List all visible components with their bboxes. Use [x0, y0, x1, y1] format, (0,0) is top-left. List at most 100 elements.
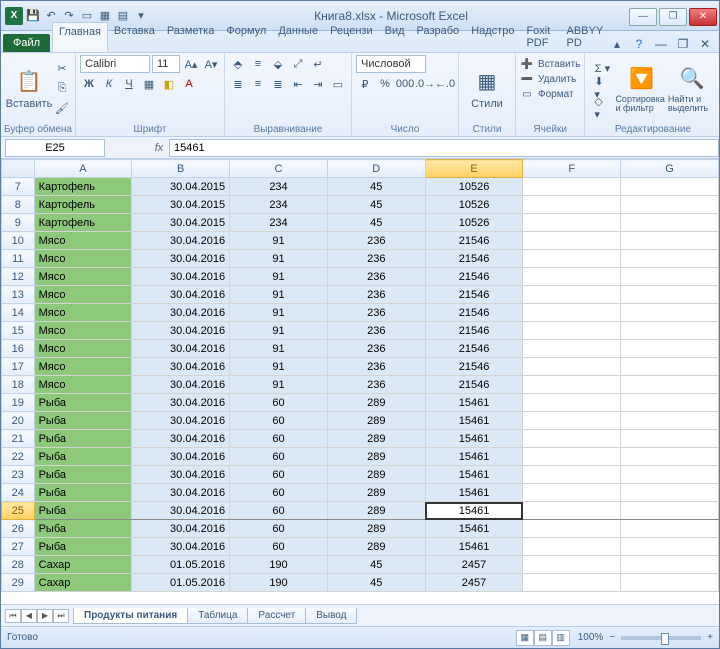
cell[interactable]: 234	[230, 178, 328, 196]
percent-icon[interactable]: %	[376, 75, 394, 93]
column-header[interactable]: F	[523, 160, 621, 178]
cell[interactable]	[621, 196, 719, 214]
cell[interactable]: 15461	[425, 484, 523, 502]
cell[interactable]	[523, 376, 621, 394]
cell[interactable]	[621, 304, 719, 322]
cell[interactable]: 289	[327, 484, 425, 502]
cell[interactable]: 91	[230, 376, 328, 394]
cell[interactable]: 234	[230, 214, 328, 232]
insert-button[interactable]: ➕Вставить	[520, 57, 580, 71]
cell[interactable]	[621, 232, 719, 250]
format-button[interactable]: ▭Формат	[520, 87, 580, 101]
cell[interactable]	[523, 394, 621, 412]
row-header[interactable]: 29	[2, 574, 35, 592]
cell[interactable]: 236	[327, 322, 425, 340]
cell[interactable]	[523, 502, 621, 520]
cell[interactable]: 21546	[425, 340, 523, 358]
cell[interactable]	[621, 430, 719, 448]
cell[interactable]: 30.04.2016	[132, 286, 230, 304]
row-header[interactable]: 21	[2, 430, 35, 448]
row-header[interactable]: 10	[2, 232, 35, 250]
find-select-button[interactable]: 🔍 Найти и выделить	[668, 55, 717, 122]
cell[interactable]: 15461	[425, 520, 523, 538]
cell[interactable]: 236	[327, 232, 425, 250]
cut-icon[interactable]: ✂	[53, 59, 71, 77]
cell[interactable]: 30.04.2016	[132, 304, 230, 322]
cell[interactable]: 60	[230, 484, 328, 502]
row-header[interactable]: 9	[2, 214, 35, 232]
view-break-icon[interactable]: ▥	[552, 630, 570, 646]
cell[interactable]	[621, 268, 719, 286]
font-size-combo[interactable]: 11	[152, 55, 180, 73]
cell[interactable]	[523, 574, 621, 592]
cell[interactable]: 30.04.2016	[132, 250, 230, 268]
cell[interactable]: 91	[230, 304, 328, 322]
cell[interactable]	[523, 322, 621, 340]
cell[interactable]: Мясо	[34, 286, 132, 304]
cell[interactable]	[523, 304, 621, 322]
cell[interactable]: 45	[327, 574, 425, 592]
cell[interactable]: 91	[230, 232, 328, 250]
cell[interactable]: 236	[327, 340, 425, 358]
cell[interactable]: 30.04.2016	[132, 358, 230, 376]
cell[interactable]: 289	[327, 502, 425, 520]
row-header[interactable]: 22	[2, 448, 35, 466]
cell[interactable]: Рыба	[34, 520, 132, 538]
row-header[interactable]: 26	[2, 520, 35, 538]
cell[interactable]: 15461	[425, 538, 523, 556]
cell[interactable]: Рыба	[34, 484, 132, 502]
cell[interactable]: 190	[230, 556, 328, 574]
cell[interactable]: 45	[327, 196, 425, 214]
currency-icon[interactable]: ₽	[356, 75, 374, 93]
cell[interactable]	[621, 448, 719, 466]
cell[interactable]: 60	[230, 502, 328, 520]
cell[interactable]: 30.04.2016	[132, 268, 230, 286]
cell[interactable]: 30.04.2015	[132, 196, 230, 214]
column-header[interactable]: G	[621, 160, 719, 178]
cell[interactable]: 45	[327, 178, 425, 196]
cell[interactable]: Сахар	[34, 574, 132, 592]
column-header[interactable]: B	[132, 160, 230, 178]
cell[interactable]: 15461	[425, 466, 523, 484]
ribbon-tab[interactable]: Foxit PDF	[520, 22, 560, 52]
doc-restore-icon[interactable]: ❐	[675, 36, 691, 52]
cell[interactable]	[523, 178, 621, 196]
cell[interactable]	[523, 520, 621, 538]
cell[interactable]: 21546	[425, 304, 523, 322]
align-top-icon[interactable]: ⬘	[229, 55, 247, 73]
cell[interactable]: Мясо	[34, 322, 132, 340]
help-icon[interactable]: ?	[631, 36, 647, 52]
cell[interactable]: 01.05.2016	[132, 556, 230, 574]
cell[interactable]: 21546	[425, 322, 523, 340]
cell[interactable]	[523, 448, 621, 466]
cell[interactable]	[621, 484, 719, 502]
cell[interactable]: 30.04.2016	[132, 412, 230, 430]
cell[interactable]	[621, 412, 719, 430]
row-header[interactable]: 18	[2, 376, 35, 394]
cell[interactable]: 236	[327, 376, 425, 394]
dec-decimal-icon[interactable]: ←.0	[436, 75, 454, 93]
cell[interactable]: Картофель	[34, 196, 132, 214]
zoom-in-button[interactable]: +	[707, 632, 713, 643]
copy-icon[interactable]: ⎘	[53, 79, 71, 97]
align-bottom-icon[interactable]: ⬙	[269, 55, 287, 73]
row-header[interactable]: 27	[2, 538, 35, 556]
bold-button[interactable]: Ж	[80, 75, 98, 93]
cell[interactable]: 289	[327, 448, 425, 466]
align-left-icon[interactable]: ≣	[229, 75, 247, 93]
maximize-button[interactable]: ❐	[659, 8, 687, 26]
align-middle-icon[interactable]: ≡	[249, 55, 267, 73]
cell[interactable]	[523, 484, 621, 502]
sheet-tab[interactable]: Таблица	[187, 608, 248, 624]
ribbon-tab[interactable]: Вид	[379, 22, 411, 52]
row-header[interactable]: 7	[2, 178, 35, 196]
cell[interactable]: 289	[327, 412, 425, 430]
cell[interactable]	[523, 286, 621, 304]
row-header[interactable]: 8	[2, 196, 35, 214]
cell[interactable]: 30.04.2016	[132, 466, 230, 484]
comma-icon[interactable]: 000	[396, 75, 414, 93]
cell[interactable]: 91	[230, 268, 328, 286]
file-tab[interactable]: Файл	[3, 34, 50, 52]
paste-button[interactable]: 📋 Вставить	[5, 55, 53, 122]
cell[interactable]	[523, 430, 621, 448]
